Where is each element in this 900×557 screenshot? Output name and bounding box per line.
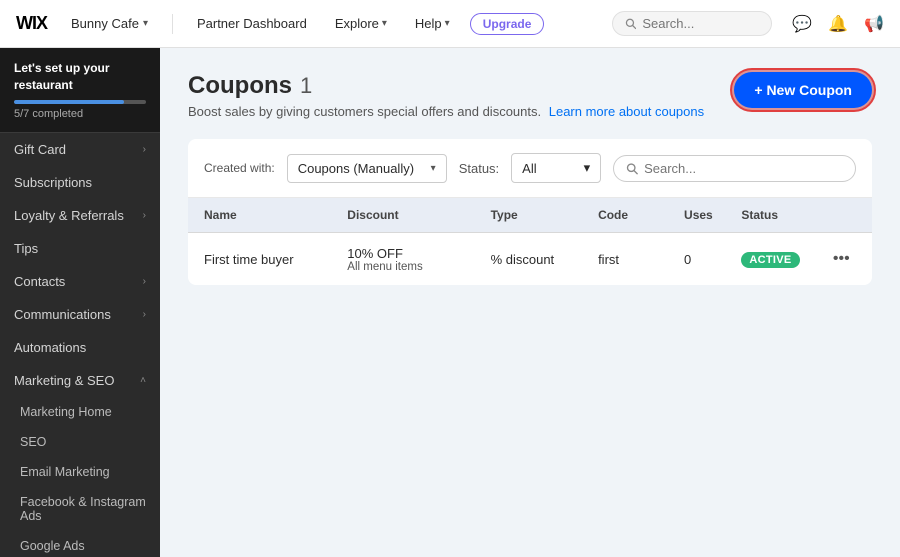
- sidebar-item-fb-instagram[interactable]: Facebook & Instagram Ads: [0, 487, 160, 531]
- coupon-uses: 0: [684, 252, 741, 267]
- col-uses: Uses: [684, 208, 741, 222]
- sidebar-progress-text: 5/7 completed: [14, 108, 146, 120]
- main-layout: Let's set up your restaurant 5/7 complet…: [0, 48, 900, 557]
- global-search-input[interactable]: [642, 16, 759, 31]
- nav-explore[interactable]: Explore ▾: [327, 12, 395, 35]
- sidebar-setup: Let's set up your restaurant 5/7 complet…: [0, 48, 160, 133]
- coupon-code: first: [598, 252, 684, 267]
- filter-row: Created with: Coupons (Manually) ▾ Statu…: [188, 139, 872, 198]
- col-code: Code: [598, 208, 684, 222]
- sidebar-chevron-contacts: ›: [143, 276, 146, 287]
- sidebar-item-google-ads[interactable]: Google Ads: [0, 531, 160, 557]
- search-icon: [625, 17, 636, 30]
- site-name-label: Bunny Cafe: [71, 16, 139, 31]
- sidebar-item-tips[interactable]: Tips: [0, 232, 160, 265]
- page-title-count: 1: [300, 73, 312, 99]
- sidebar-item-marketing-home[interactable]: Marketing Home: [0, 397, 160, 427]
- col-name: Name: [204, 208, 347, 222]
- nav-help-label: Help: [415, 16, 442, 31]
- site-name-dropdown[interactable]: Bunny Cafe ▾: [63, 12, 156, 35]
- sidebar-item-gift-card[interactable]: Gift Card ›: [0, 133, 160, 166]
- page-title: Coupons: [188, 72, 292, 100]
- content-area: Coupons 1 Boost sales by giving customer…: [160, 48, 900, 557]
- chat-icon[interactable]: 💬: [792, 14, 812, 34]
- sidebar-item-subscriptions[interactable]: Subscriptions: [0, 166, 160, 199]
- status-badge: ACTIVE: [741, 252, 799, 268]
- sidebar-item-email-marketing[interactable]: Email Marketing: [0, 457, 160, 487]
- sidebar-item-loyalty[interactable]: Loyalty & Referrals ›: [0, 199, 160, 232]
- coupon-search-bar[interactable]: [613, 155, 856, 182]
- created-with-chevron: ▾: [431, 163, 436, 174]
- page-subtitle: Boost sales by giving customers special …: [188, 104, 704, 119]
- nav-help[interactable]: Help ▾: [407, 12, 458, 35]
- sidebar-chevron-loyalty: ›: [143, 210, 146, 221]
- bell-icon[interactable]: 🔔: [828, 14, 848, 34]
- coupon-type: % discount: [491, 252, 598, 267]
- new-coupon-button[interactable]: + New Coupon: [734, 72, 872, 108]
- page-header: Coupons 1 Boost sales by giving customer…: [188, 72, 872, 119]
- status-chevron: ▾: [584, 160, 591, 176]
- page-title-row: Coupons 1: [188, 72, 704, 100]
- sidebar-item-contacts[interactable]: Contacts ›: [0, 265, 160, 298]
- created-with-label: Created with:: [204, 161, 275, 175]
- status-label: Status:: [459, 161, 499, 176]
- nav-partner-dashboard[interactable]: Partner Dashboard: [189, 12, 315, 35]
- col-type: Type: [491, 208, 598, 222]
- nav-icons: 💬 🔔 📢: [792, 14, 884, 34]
- sidebar-chevron-communications: ›: [143, 309, 146, 320]
- status-select[interactable]: All ▾: [511, 153, 601, 183]
- top-nav: WIX Bunny Cafe ▾ Partner Dashboard Explo…: [0, 0, 900, 48]
- megaphone-icon[interactable]: 📢: [864, 14, 884, 34]
- table-row: First time buyer 10% OFF All menu items …: [188, 233, 872, 285]
- nav-help-chevron: ▾: [445, 18, 450, 29]
- coupons-table-container: Created with: Coupons (Manually) ▾ Statu…: [188, 139, 872, 285]
- sidebar: Let's set up your restaurant 5/7 complet…: [0, 48, 160, 557]
- upgrade-button[interactable]: Upgrade: [470, 13, 545, 35]
- sidebar-item-marketing-seo[interactable]: Marketing & SEO ˄: [0, 364, 160, 397]
- coupon-name: First time buyer: [204, 252, 347, 267]
- sidebar-item-communications[interactable]: Communications ›: [0, 298, 160, 331]
- page-title-section: Coupons 1 Boost sales by giving customer…: [188, 72, 704, 119]
- created-with-select[interactable]: Coupons (Manually) ▾: [287, 154, 447, 183]
- sidebar-progress-fill: [14, 100, 124, 104]
- sidebar-item-automations[interactable]: Automations: [0, 331, 160, 364]
- sidebar-chevron-gift-card: ›: [143, 144, 146, 155]
- sidebar-item-seo[interactable]: SEO: [0, 427, 160, 457]
- coupon-search-input[interactable]: [644, 161, 843, 176]
- table-header: Name Discount Type Code Uses Status: [188, 198, 872, 233]
- col-actions: [827, 208, 856, 222]
- global-search-bar[interactable]: [612, 11, 772, 36]
- col-discount: Discount: [347, 208, 490, 222]
- sidebar-progress-bar: [14, 100, 146, 104]
- nav-divider: [172, 14, 173, 34]
- nav-explore-label: Explore: [335, 16, 379, 31]
- wix-logo: WIX: [16, 13, 47, 34]
- coupon-more-button[interactable]: •••: [827, 245, 855, 273]
- col-status: Status: [741, 208, 827, 222]
- nav-explore-chevron: ▾: [382, 18, 387, 29]
- sidebar-chevron-marketing: ˄: [140, 375, 146, 386]
- learn-more-link[interactable]: Learn more about coupons: [549, 104, 704, 119]
- coupons-table: Name Discount Type Code Uses Status Firs…: [188, 198, 872, 285]
- site-name-chevron: ▾: [143, 18, 148, 29]
- coupon-search-icon: [626, 162, 638, 175]
- coupon-status: ACTIVE: [741, 251, 827, 268]
- sidebar-setup-title: Let's set up your restaurant: [14, 60, 146, 94]
- coupon-discount: 10% OFF All menu items: [347, 246, 490, 273]
